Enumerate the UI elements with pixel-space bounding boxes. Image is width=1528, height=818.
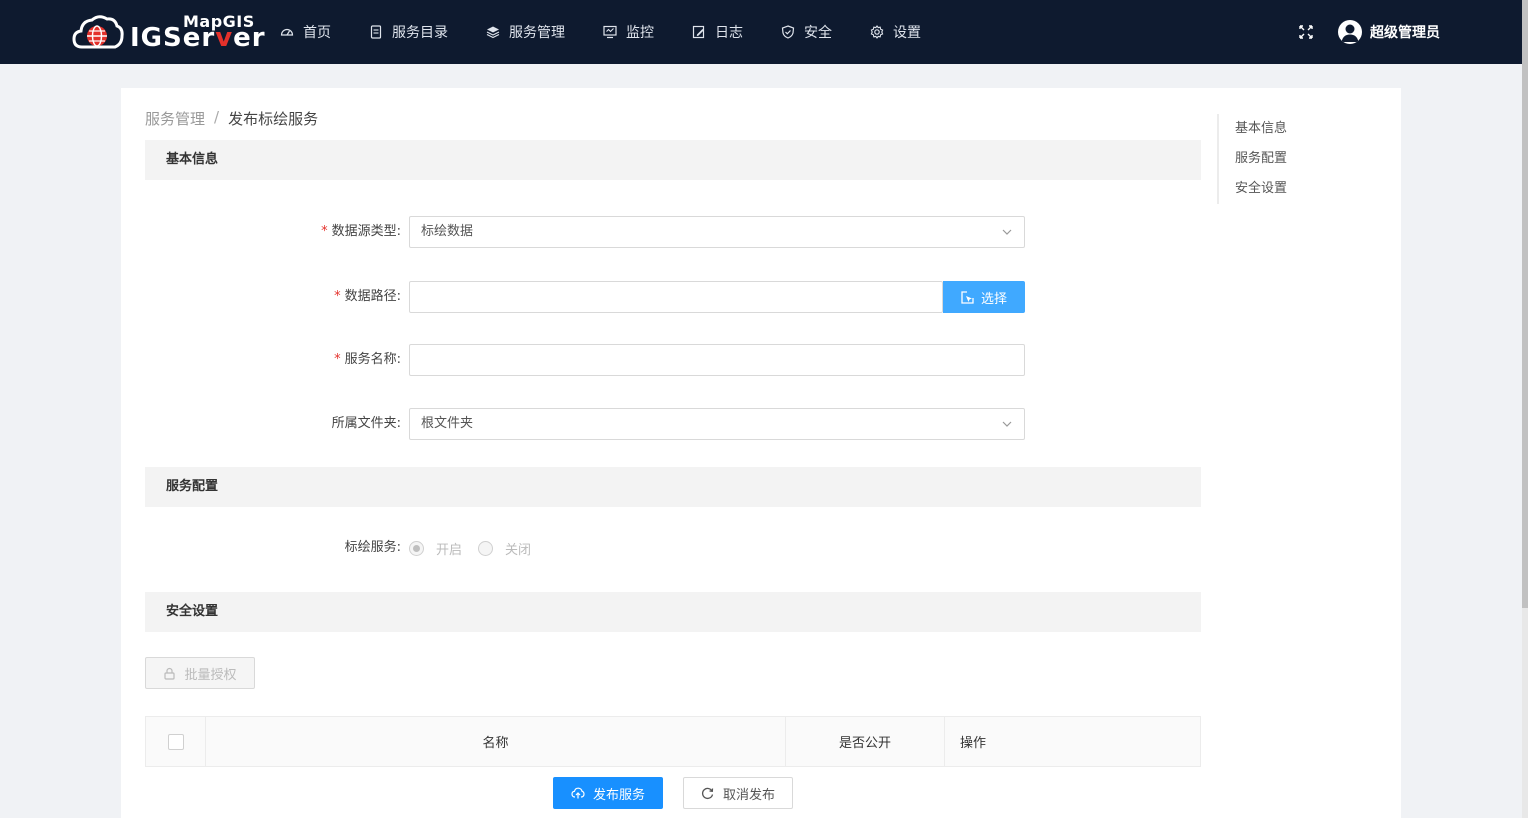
layers-icon bbox=[486, 26, 500, 39]
folder-value: 根文件夹 bbox=[421, 416, 474, 431]
source-type-label: * 数据源类型: bbox=[321, 216, 401, 248]
data-path-label: * 数据路径: bbox=[334, 281, 401, 313]
plot-service-radio-group: 开启 关闭 bbox=[409, 532, 547, 564]
logo-text-prefix: IGSer bbox=[130, 23, 216, 53]
page-scrollbar[interactable] bbox=[1522, 0, 1528, 818]
logo-text-accent: v bbox=[215, 23, 234, 53]
section-service-config: 服务配置 bbox=[145, 467, 1201, 507]
service-name-field[interactable] bbox=[409, 344, 1025, 376]
anchor-service-config[interactable]: 服务配置 bbox=[1235, 144, 1337, 174]
form-row-data-path: * 数据路径: 选择 bbox=[145, 281, 1201, 313]
anchor-security-settings[interactable]: 安全设置 bbox=[1235, 174, 1337, 204]
breadcrumb-current: 发布标绘服务 bbox=[228, 110, 319, 128]
form-row-folder: 所属文件夹: 根文件夹 bbox=[145, 408, 1201, 440]
nav-monitor-label: 监控 bbox=[626, 25, 654, 41]
top-right-tools: 超级管理员 bbox=[1298, 0, 1440, 64]
radio-plot-off[interactable]: 关闭 bbox=[478, 539, 531, 558]
breadcrumb-separator: / bbox=[214, 108, 220, 126]
scrollbar-thumb[interactable] bbox=[1522, 0, 1528, 608]
breadcrumb-parent[interactable]: 服务管理 bbox=[145, 108, 205, 129]
nav-home-label: 首页 bbox=[303, 25, 331, 41]
cancel-publish-button[interactable]: 取消发布 bbox=[683, 777, 793, 809]
main-nav: 首页 服务目录 服务管理 监控 日志 安全 设置 bbox=[280, 0, 959, 64]
folder-select[interactable]: 根文件夹 bbox=[409, 408, 1025, 440]
publish-service-label: 发布服务 bbox=[592, 787, 645, 803]
nav-home[interactable]: 首页 bbox=[280, 0, 331, 64]
nav-log-label: 日志 bbox=[715, 25, 743, 41]
lock-icon bbox=[164, 667, 176, 680]
security-table-header: 名称 是否公开 操作 bbox=[145, 716, 1201, 767]
folder-label: 所属文件夹: bbox=[331, 416, 401, 431]
gear-icon bbox=[870, 25, 884, 39]
catalog-icon bbox=[370, 25, 382, 39]
nav-settings-label: 设置 bbox=[893, 25, 921, 41]
chevron-down-icon bbox=[1002, 421, 1012, 427]
header-checkbox-cell bbox=[146, 717, 206, 766]
data-path-input[interactable] bbox=[421, 282, 942, 312]
logo-igserver-text: IGServer bbox=[130, 24, 266, 52]
monitor-icon bbox=[603, 25, 617, 39]
content-card: 服务管理 / 发布标绘服务 基本信息 * 数据源类型: 标绘数据 * 数据路径: 选… bbox=[121, 88, 1401, 818]
column-name: 名称 bbox=[206, 717, 786, 766]
plot-service-label: 标绘服务: bbox=[344, 540, 401, 555]
cancel-publish-label: 取消发布 bbox=[722, 787, 775, 803]
radio-dot-checked[interactable] bbox=[409, 540, 424, 556]
breadcrumb: 服务管理 / 发布标绘服务 bbox=[145, 108, 318, 129]
required-mark: * bbox=[321, 224, 328, 239]
service-name-label-text: 服务名称: bbox=[344, 352, 401, 367]
column-operation: 操作 bbox=[960, 736, 987, 751]
form-row-source-type: * 数据源类型: 标绘数据 bbox=[145, 216, 1201, 248]
data-path-label-text: 数据路径: bbox=[344, 289, 401, 304]
nav-service-catalog-label: 服务目录 bbox=[392, 25, 448, 41]
anchor-basic-info[interactable]: 基本信息 bbox=[1235, 114, 1337, 144]
section-basic-info: 基本信息 bbox=[145, 140, 1201, 180]
service-name-label: * 服务名称: bbox=[334, 344, 401, 376]
form-row-service-name: * 服务名称: bbox=[145, 344, 1201, 376]
radio-dot[interactable] bbox=[478, 540, 494, 556]
nav-service-management-label: 服务管理 bbox=[509, 25, 565, 41]
refresh-icon bbox=[701, 787, 714, 799]
dashboard-icon bbox=[280, 28, 294, 36]
required-mark: * bbox=[334, 289, 341, 304]
user-avatar-icon[interactable] bbox=[1338, 20, 1362, 44]
choose-path-label: 选择 bbox=[980, 291, 1007, 307]
shield-icon bbox=[781, 25, 795, 39]
username[interactable]: 超级管理员 bbox=[1370, 22, 1440, 42]
nav-security-label: 安全 bbox=[804, 25, 832, 41]
select-all-checkbox[interactable] bbox=[167, 733, 184, 750]
nav-settings[interactable]: 设置 bbox=[870, 0, 921, 64]
edit-log-icon bbox=[692, 25, 705, 39]
column-is-public: 是否公开 bbox=[786, 717, 945, 766]
source-type-value: 标绘数据 bbox=[421, 224, 474, 239]
source-type-label-text: 数据源类型: bbox=[331, 224, 401, 239]
source-type-select[interactable]: 标绘数据 bbox=[409, 216, 1025, 248]
nav-monitor[interactable]: 监控 bbox=[603, 0, 654, 64]
radio-plot-on-label: 开启 bbox=[436, 542, 463, 558]
publish-service-button[interactable]: 发布服务 bbox=[553, 777, 663, 809]
select-cursor-icon bbox=[961, 290, 974, 304]
nav-security[interactable]: 安全 bbox=[781, 0, 832, 64]
user-silhouette-icon bbox=[1341, 24, 1359, 42]
section-security-settings: 安全设置 bbox=[145, 592, 1201, 632]
choose-path-button[interactable]: 选择 bbox=[943, 281, 1025, 313]
radio-plot-off-label: 关闭 bbox=[505, 542, 532, 558]
service-name-input[interactable] bbox=[421, 345, 1024, 375]
nav-service-management[interactable]: 服务管理 bbox=[486, 0, 565, 64]
cloud-upload-icon bbox=[571, 787, 585, 799]
form-row-plot-service: 标绘服务: 开启 关闭 bbox=[145, 532, 1201, 564]
igserver-logo[interactable]: MapGIS IGServer bbox=[72, 12, 265, 54]
data-path-field[interactable] bbox=[409, 281, 943, 313]
radio-plot-on[interactable]: 开启 bbox=[409, 539, 462, 558]
logo-text-suffix: er bbox=[233, 23, 266, 53]
top-navigation-bar: MapGIS IGServer 首页 服务目录 服务管理 监控 日志 安全 设置… bbox=[0, 0, 1522, 64]
batch-authorize-label: 批量授权 bbox=[184, 667, 237, 683]
anchor-nav: 基本信息 服务配置 安全设置 bbox=[1217, 114, 1337, 204]
fullscreen-icon[interactable] bbox=[1298, 24, 1314, 40]
chevron-down-icon bbox=[1002, 229, 1012, 235]
nav-service-catalog[interactable]: 服务目录 bbox=[369, 0, 448, 64]
required-mark: * bbox=[334, 352, 341, 367]
batch-authorize-button[interactable]: 批量授权 bbox=[145, 657, 255, 689]
cloud-globe-logo-icon bbox=[72, 15, 124, 49]
nav-log[interactable]: 日志 bbox=[692, 0, 743, 64]
